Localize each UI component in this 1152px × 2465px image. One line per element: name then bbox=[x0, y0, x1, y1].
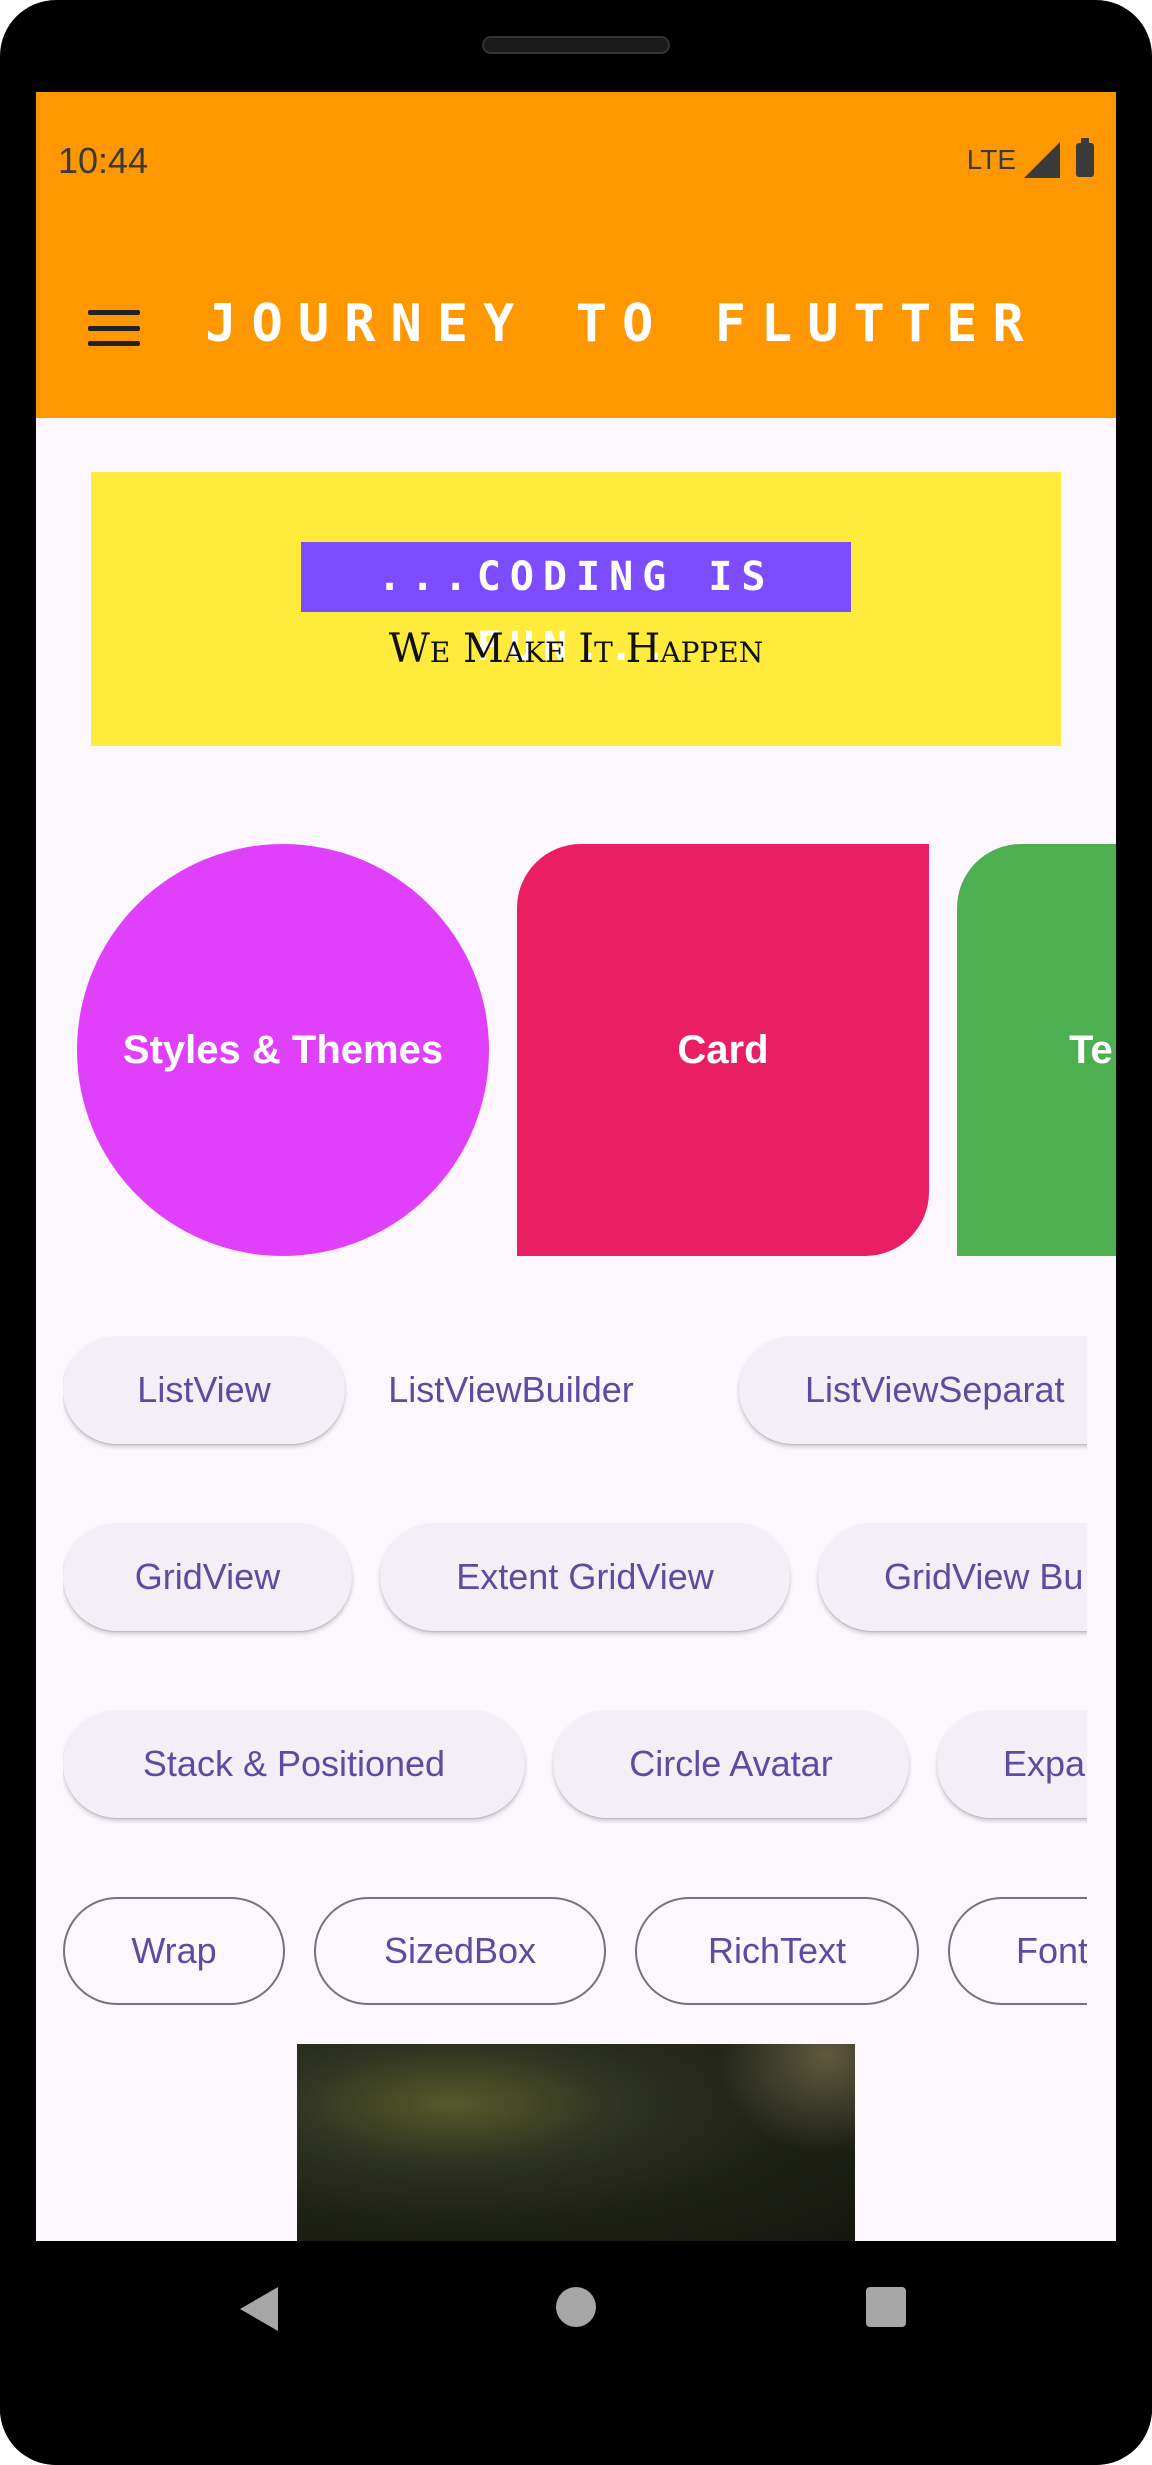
photo-image bbox=[297, 2044, 855, 2241]
status-bar: 10:44 LTE bbox=[36, 92, 1116, 252]
banner-tagline: ...Coding is fun... bbox=[301, 542, 851, 670]
menu-icon[interactable] bbox=[88, 310, 140, 346]
chip-row-gridviews: GridView Extent GridView GridView Bu bbox=[63, 1523, 1087, 1643]
banner-subtitle: We Make It Happen bbox=[388, 626, 764, 672]
banner: ...Coding is fun... We Make It Happen bbox=[91, 472, 1061, 746]
app-bar: Journey to Flutter bbox=[36, 252, 1116, 418]
listviewbuilder-button[interactable]: ListViewBuilder bbox=[381, 1336, 641, 1444]
stack-positioned-button[interactable]: Stack & Positioned bbox=[63, 1710, 525, 1818]
battery-icon bbox=[1076, 138, 1094, 177]
gridview-button[interactable]: GridView bbox=[63, 1523, 352, 1631]
signal-icon bbox=[1024, 142, 1060, 178]
system-nav-bar bbox=[0, 2241, 1152, 2465]
sizedbox-button[interactable]: SizedBox bbox=[314, 1897, 606, 2005]
richtext-button[interactable]: RichText bbox=[635, 1897, 919, 2005]
wrap-button[interactable]: Wrap bbox=[63, 1897, 285, 2005]
device-frame: 10:44 LTE Journey to Flutter ...Coding i… bbox=[0, 0, 1152, 2465]
gridview-builder-button[interactable]: GridView Bu bbox=[818, 1523, 1087, 1631]
chip-row-layouts: Stack & Positioned Circle Avatar Expa bbox=[63, 1710, 1087, 1830]
network-type: LTE bbox=[966, 144, 1016, 175]
speaker-grille bbox=[482, 36, 670, 54]
home-icon[interactable] bbox=[556, 2287, 596, 2327]
shape-card-carousel[interactable]: Styles & Themes Card Te bbox=[36, 844, 1116, 1256]
listview-button[interactable]: ListView bbox=[63, 1336, 345, 1444]
status-icons: LTE bbox=[966, 138, 1094, 178]
circle-avatar-button[interactable]: Circle Avatar bbox=[553, 1710, 909, 1818]
text-card[interactable]: Te bbox=[957, 844, 1116, 1256]
extent-gridview-button[interactable]: Extent GridView bbox=[380, 1523, 790, 1631]
chip-row-widgets: Wrap SizedBox RichText Font bbox=[63, 1897, 1087, 2017]
listviewseparated-button[interactable]: ListViewSeparat bbox=[739, 1336, 1087, 1444]
card-card[interactable]: Card bbox=[517, 844, 929, 1256]
recents-icon[interactable] bbox=[866, 2287, 906, 2327]
app-title: Journey to Flutter bbox=[205, 294, 1039, 354]
font-button[interactable]: Font bbox=[948, 1897, 1087, 2005]
chip-row-listviews: ListView ListViewBuilder ListViewSeparat bbox=[63, 1336, 1087, 1456]
styles-themes-card[interactable]: Styles & Themes bbox=[77, 844, 489, 1256]
screen: 10:44 LTE Journey to Flutter ...Coding i… bbox=[36, 92, 1116, 2241]
status-time: 10:44 bbox=[58, 140, 149, 181]
back-icon[interactable] bbox=[240, 2287, 278, 2331]
expanded-button[interactable]: Expa bbox=[937, 1710, 1087, 1818]
